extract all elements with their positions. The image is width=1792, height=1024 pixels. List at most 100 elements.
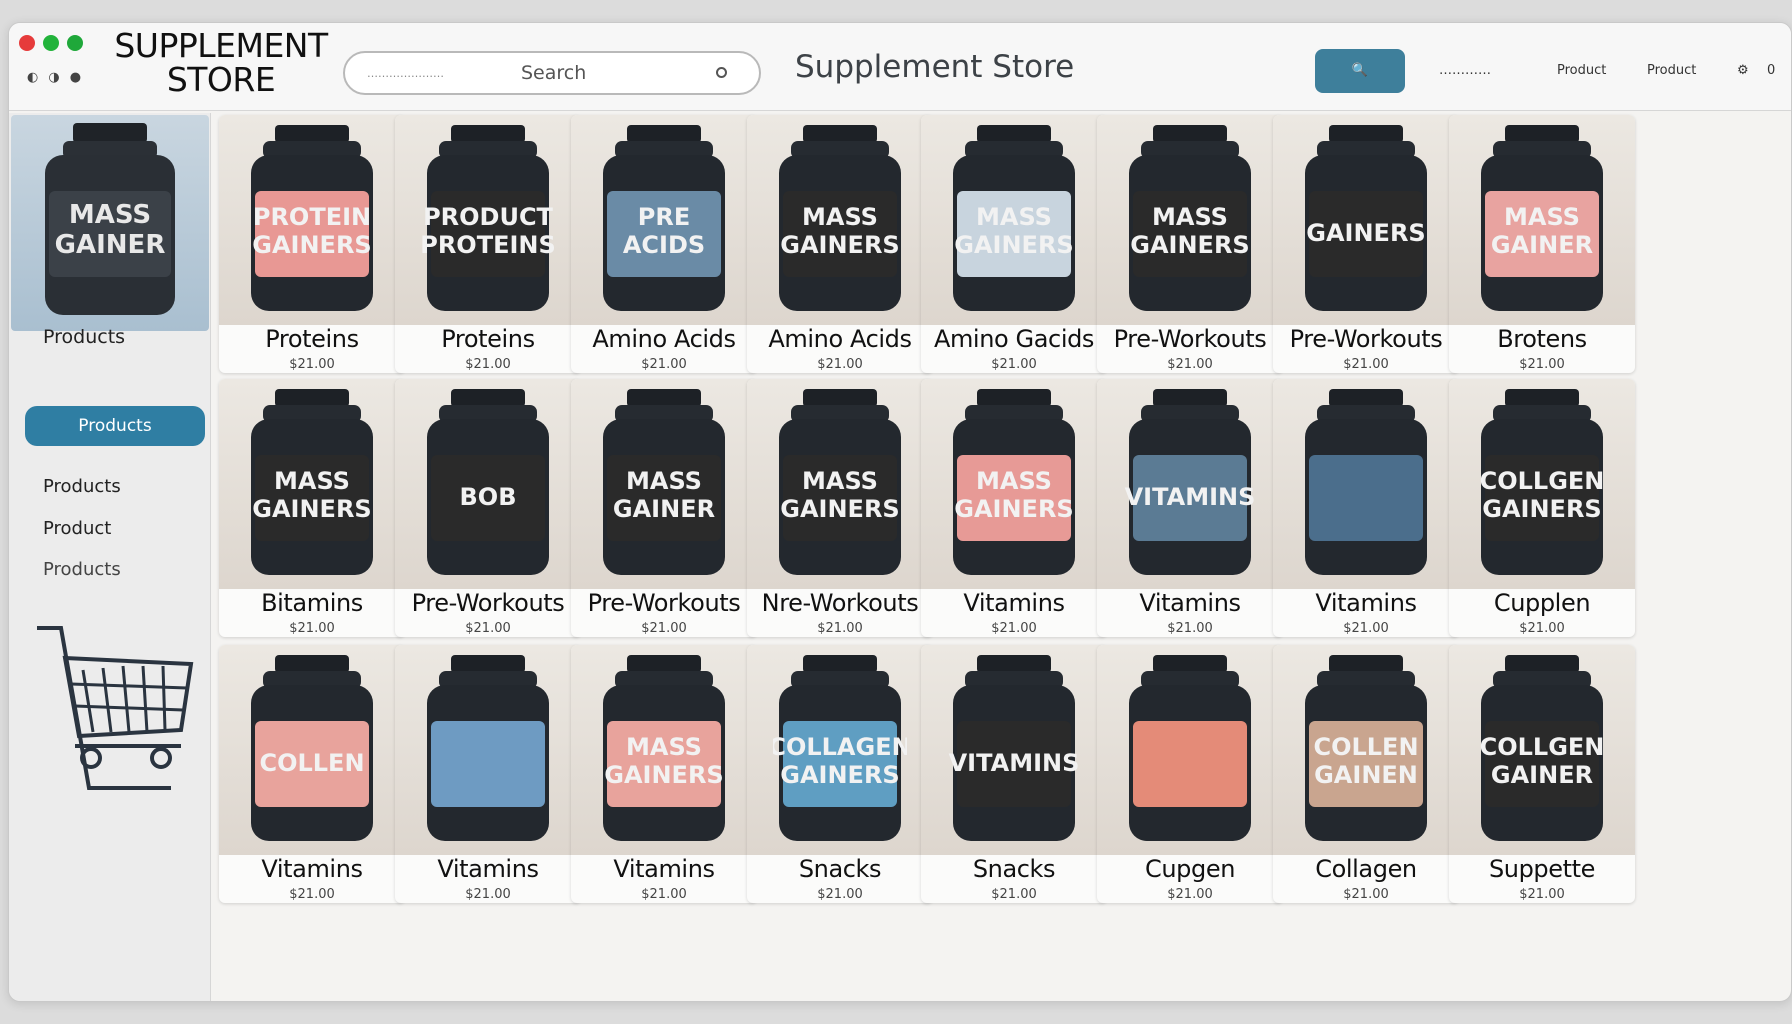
- product-card[interactable]: VITAMINS Snacks $21.00: [921, 645, 1107, 903]
- product-card[interactable]: COLLAGEN GAINERS Snacks $21.00: [747, 645, 933, 903]
- product-image[interactable]: COLLEN: [219, 645, 405, 855]
- toolbar-mini-icon[interactable]: ◑: [48, 70, 59, 85]
- product-name[interactable]: Collagen: [1273, 855, 1459, 883]
- product-image[interactable]: COLLAGEN GAINERS: [747, 645, 933, 855]
- product-image[interactable]: MASS GAINER: [1449, 115, 1635, 325]
- product-name[interactable]: Vitamins: [921, 589, 1107, 617]
- search-icon[interactable]: [716, 67, 727, 78]
- product-name[interactable]: Pre-Workouts: [571, 589, 757, 617]
- product-image[interactable]: MASS GAINERS: [219, 379, 405, 589]
- product-image[interactable]: MASS GAINERS: [921, 379, 1107, 589]
- product-image[interactable]: COLLGEN GAINERS: [1449, 379, 1635, 589]
- product-card[interactable]: MASS GAINERS Vitamins $21.00: [571, 645, 757, 903]
- nav-link[interactable]: …………: [1439, 63, 1491, 78]
- product-card[interactable]: GAINERS Pre-Workouts $21.00: [1273, 115, 1459, 373]
- product-image[interactable]: MASS GAINER: [571, 379, 757, 589]
- product-card[interactable]: Cupgen $21.00: [1097, 645, 1283, 903]
- product-card[interactable]: Vitamins $21.00: [395, 645, 581, 903]
- product-name[interactable]: Cupplen: [1449, 589, 1635, 617]
- top-bar: ◐ ◑ ● SUPPLEMENT STORE ………………… Search Su…: [9, 23, 1791, 111]
- product-name[interactable]: Vitamins: [395, 855, 581, 883]
- sidebar-item-products-active[interactable]: Products: [25, 406, 205, 446]
- product-name[interactable]: Pre-Workouts: [1273, 325, 1459, 353]
- product-image[interactable]: MASS GAINERS: [747, 379, 933, 589]
- minimize-window-button[interactable]: [43, 35, 59, 51]
- product-image[interactable]: [395, 645, 581, 855]
- product-name[interactable]: Vitamins: [571, 855, 757, 883]
- supplement-jar-icon: MASSGAINER: [1481, 125, 1603, 311]
- product-image[interactable]: [1097, 645, 1283, 855]
- product-price: $21.00: [817, 357, 863, 372]
- product-card[interactable]: MASS GAINERS Amino Gacids $21.00: [921, 115, 1107, 373]
- product-name[interactable]: Pre-Workouts: [1097, 325, 1283, 353]
- product-name[interactable]: Amino Acids: [747, 325, 933, 353]
- product-card[interactable]: MASS GAINERS Nre-Workouts $21.00: [747, 379, 933, 637]
- product-image[interactable]: BOB: [395, 379, 581, 589]
- jar-label-text: COLLGEN: [1480, 733, 1605, 761]
- product-name[interactable]: Nre-Workouts: [747, 589, 933, 617]
- product-name[interactable]: Cupgen: [1097, 855, 1283, 883]
- product-name[interactable]: Snacks: [921, 855, 1107, 883]
- shopping-cart-icon[interactable]: [31, 618, 197, 818]
- product-name[interactable]: Vitamins: [1097, 589, 1283, 617]
- product-name[interactable]: Pre-Workouts: [395, 589, 581, 617]
- sidebar-item-products[interactable]: Products: [43, 326, 125, 348]
- sidebar-item-products[interactable]: Products: [43, 476, 121, 497]
- sidebar-item-product[interactable]: Product: [43, 518, 111, 539]
- product-image[interactable]: [1273, 379, 1459, 589]
- product-image[interactable]: PRE ACIDS: [571, 115, 757, 325]
- product-image[interactable]: MASS GAINERS: [921, 115, 1107, 325]
- product-image[interactable]: MASS GAINERS: [1097, 115, 1283, 325]
- search-button[interactable]: 🔍: [1315, 49, 1405, 93]
- product-card[interactable]: PRE ACIDS Amino Acids $21.00: [571, 115, 757, 373]
- product-card[interactable]: MASS GAINER Pre-Workouts $21.00: [571, 379, 757, 637]
- nav-link[interactable]: Product: [1647, 63, 1696, 78]
- product-card[interactable]: COLLEN GAINEN Collagen $21.00: [1273, 645, 1459, 903]
- product-card[interactable]: PROTEIN GAINERS Proteins $21.00: [219, 115, 405, 373]
- product-card[interactable]: MASS GAINERS Vitamins $21.00: [921, 379, 1107, 637]
- product-image[interactable]: GAINERS: [1273, 115, 1459, 325]
- product-image[interactable]: MASS GAINERS: [747, 115, 933, 325]
- product-name[interactable]: Vitamins: [219, 855, 405, 883]
- product-card[interactable]: VITAMINS Vitamins $21.00: [1097, 379, 1283, 637]
- featured-product-image[interactable]: MASS GAINER: [11, 115, 209, 331]
- product-image[interactable]: COLLEN GAINEN: [1273, 645, 1459, 855]
- product-name[interactable]: Suppette: [1449, 855, 1635, 883]
- product-image[interactable]: COLLGEN GAINER: [1449, 645, 1635, 855]
- product-card[interactable]: MASS GAINER Brotens $21.00: [1449, 115, 1635, 373]
- supplement-jar-icon: BOB: [427, 389, 549, 575]
- product-name[interactable]: Proteins: [395, 325, 581, 353]
- product-name[interactable]: Amino Gacids: [921, 325, 1107, 353]
- product-card[interactable]: BOB Pre-Workouts $21.00: [395, 379, 581, 637]
- product-grid: PROTEIN GAINERS Proteins $21.00 PRODUCT PROTE…: [219, 115, 1791, 1001]
- nav-link[interactable]: Product: [1557, 63, 1606, 78]
- product-name[interactable]: Vitamins: [1273, 589, 1459, 617]
- product-image[interactable]: VITAMINS: [921, 645, 1107, 855]
- product-name[interactable]: Bitamins: [219, 589, 405, 617]
- product-card[interactable]: Vitamins $21.00: [1273, 379, 1459, 637]
- cart-count-icon[interactable]: 0: [1767, 63, 1775, 78]
- toolbar-mini-icon[interactable]: ●: [70, 70, 81, 85]
- product-card[interactable]: MASS GAINERS Bitamins $21.00: [219, 379, 405, 637]
- product-name[interactable]: Brotens: [1449, 325, 1635, 353]
- toolbar-mini-icon[interactable]: ◐: [27, 70, 38, 85]
- product-image[interactable]: VITAMINS: [1097, 379, 1283, 589]
- product-card[interactable]: MASS GAINERS Amino Acids $21.00: [747, 115, 933, 373]
- product-name[interactable]: Snacks: [747, 855, 933, 883]
- product-name[interactable]: Proteins: [219, 325, 405, 353]
- sidebar-item-products[interactable]: Products: [43, 559, 121, 580]
- search-input[interactable]: ………………… Search: [343, 51, 761, 95]
- product-image[interactable]: MASS GAINERS: [571, 645, 757, 855]
- product-card[interactable]: COLLEN Vitamins $21.00: [219, 645, 405, 903]
- product-card[interactable]: COLLGEN GAINER Suppette $21.00: [1449, 645, 1635, 903]
- product-image[interactable]: PRODUCT PROTEINS: [395, 115, 581, 325]
- product-card[interactable]: PRODUCT PROTEINS Proteins $21.00: [395, 115, 581, 373]
- product-image[interactable]: PROTEIN GAINERS: [219, 115, 405, 325]
- maximize-window-button[interactable]: [67, 35, 83, 51]
- product-name[interactable]: Amino Acids: [571, 325, 757, 353]
- product-card[interactable]: MASS GAINERS Pre-Workouts $21.00: [1097, 115, 1283, 373]
- close-window-button[interactable]: [19, 35, 35, 51]
- product-price: $21.00: [1343, 887, 1389, 902]
- settings-icon[interactable]: ⚙: [1737, 63, 1749, 78]
- product-card[interactable]: COLLGEN GAINERS Cupplen $21.00: [1449, 379, 1635, 637]
